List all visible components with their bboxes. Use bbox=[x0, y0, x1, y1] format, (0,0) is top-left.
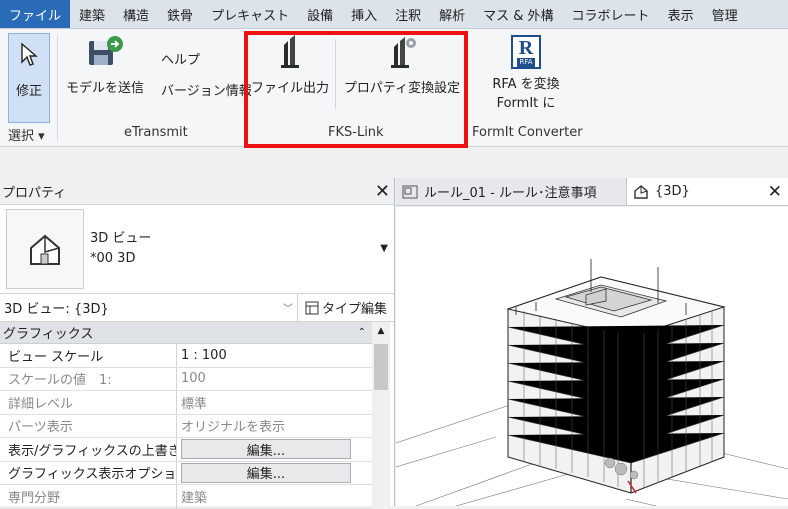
property-name: 専門分野 bbox=[0, 485, 177, 508]
property-value: オリジナルを表示 bbox=[181, 420, 286, 436]
properties-title: プロパティ bbox=[2, 185, 67, 201]
edit-type-icon bbox=[305, 301, 319, 314]
property-name: パーツ表示 bbox=[0, 414, 177, 437]
chevron-down-icon[interactable]: ▼ bbox=[380, 243, 388, 254]
edit-type-label: タイプ編集 bbox=[321, 302, 387, 317]
options-bar bbox=[0, 148, 788, 178]
table-row[interactable]: ビュー スケール 1 : 100 bbox=[0, 344, 372, 368]
tab-rules-label: ルール_01 - ルール･注意事項 bbox=[424, 186, 597, 201]
type-name: 3D ビュー *00 3D bbox=[90, 229, 151, 269]
sheet-view-icon bbox=[402, 185, 418, 198]
view-tab-bar: ルール_01 - ルール･注意事項 {3D} ✕ bbox=[396, 178, 788, 206]
property-name: 詳細レベル bbox=[0, 391, 177, 414]
table-row: スケールの値 1: 100 bbox=[0, 367, 372, 391]
table-row: グラフィックス表示オプション 編集... bbox=[0, 461, 372, 485]
rfa-to-formit-button[interactable]: R RFA RFA を変換 FormIt に bbox=[474, 35, 578, 113]
close-icon[interactable]: ✕ bbox=[768, 182, 782, 202]
scroll-up-icon[interactable]: ▲ bbox=[372, 322, 390, 340]
cursor-arrow-icon bbox=[21, 42, 38, 66]
ribbon-tab-bar: ファイル 建築 構造 鉄骨 プレキャスト 設備 挿入 注釈 解析 マス & 外構… bbox=[0, 0, 788, 29]
table-row: 専門分野 建築 bbox=[0, 485, 372, 509]
rfa-icon-letter: R bbox=[518, 36, 534, 59]
tab-3d-label: {3D} bbox=[655, 184, 690, 199]
save-send-icon bbox=[89, 36, 123, 65]
collapse-icon: ⌃ bbox=[357, 327, 366, 338]
edit-type-button[interactable]: タイプ編集 bbox=[298, 294, 394, 321]
3d-viewport[interactable] bbox=[396, 207, 788, 506]
tab-structure[interactable]: 構造 bbox=[114, 0, 158, 28]
tab-file[interactable]: ファイル bbox=[0, 0, 71, 28]
view-type-thumbnail bbox=[6, 209, 84, 289]
modify-label: 修正 bbox=[15, 84, 42, 99]
properties-grid: グラフィックス ⌃ ビュー スケール 1 : 100 スケールの値 1: 100… bbox=[0, 322, 372, 509]
select-dropdown[interactable]: 選択 ▾ bbox=[8, 125, 45, 144]
tab-manage[interactable]: 管理 bbox=[703, 0, 747, 28]
chevron-down-icon: ﹀ bbox=[283, 304, 293, 315]
etransmit-panel-label: eTransmit bbox=[124, 125, 188, 140]
tab-collaborate[interactable]: コラボレート bbox=[563, 0, 659, 28]
property-value[interactable]: 1 : 100 bbox=[177, 344, 372, 367]
highlight-box bbox=[244, 31, 468, 148]
instance-filter-value: 3D ビュー: {3D} bbox=[4, 302, 109, 317]
tab-rules-view[interactable]: ルール_01 - ルール･注意事項 bbox=[396, 178, 626, 205]
divider bbox=[57, 35, 58, 141]
properties-palette: プロパティ ✕ 3D ビュー *00 3D ▼ 3D ビュー: {3D} ﹀ タ… bbox=[0, 178, 395, 509]
building-model bbox=[396, 259, 788, 506]
rfa-convert-label-1: RFA を変換 bbox=[492, 77, 560, 92]
help-link[interactable]: ヘルプ bbox=[161, 49, 200, 68]
formit-converter-panel-label: FormIt Converter bbox=[472, 125, 583, 140]
tab-analyze[interactable]: 解析 bbox=[430, 0, 474, 28]
tab-view[interactable]: 表示 bbox=[659, 0, 703, 28]
scrollbar-thumb[interactable] bbox=[374, 344, 388, 390]
property-value: 標準 bbox=[181, 396, 208, 412]
property-name: ビュー スケール bbox=[0, 344, 177, 367]
rfa-convert-label-2: FormIt に bbox=[496, 96, 556, 111]
properties-scrollbar[interactable]: ▲ bbox=[372, 322, 390, 506]
vg-overrides-edit-button[interactable]: 編集... bbox=[181, 439, 351, 460]
rfa-icon-sub: RFA bbox=[517, 57, 535, 67]
group-name: グラフィックス bbox=[3, 327, 94, 342]
tab-3d-view[interactable]: {3D} ✕ bbox=[626, 178, 788, 205]
rfa-file-icon: R RFA bbox=[511, 35, 541, 69]
tab-annotate[interactable]: 注釈 bbox=[386, 0, 430, 28]
property-value: 建築 bbox=[181, 490, 208, 506]
type-value: *00 3D bbox=[90, 251, 136, 266]
graphic-display-options-edit-button[interactable]: 編集... bbox=[181, 462, 351, 483]
send-model-button[interactable]: モデルを送信 bbox=[64, 35, 146, 99]
type-selector[interactable]: 3D ビュー *00 3D ▼ bbox=[0, 205, 394, 294]
tab-architecture[interactable]: 建築 bbox=[70, 0, 114, 28]
tab-precast[interactable]: プレキャスト bbox=[202, 0, 298, 28]
close-icon[interactable]: ✕ bbox=[375, 181, 390, 202]
house-icon bbox=[30, 234, 60, 265]
tab-massing-site[interactable]: マス & 外構 bbox=[474, 0, 562, 28]
tab-systems[interactable]: 設備 bbox=[298, 0, 342, 28]
3d-house-icon bbox=[634, 185, 648, 199]
send-model-label: モデルを送信 bbox=[65, 81, 144, 96]
tab-steel[interactable]: 鉄骨 bbox=[158, 0, 202, 28]
property-value: 100 bbox=[181, 371, 206, 387]
property-name: グラフィックス表示オプション bbox=[0, 461, 177, 484]
instance-filter-dropdown[interactable]: 3D ビュー: {3D} ﹀ bbox=[0, 294, 298, 321]
property-name: 表示/グラフィックスの上書き bbox=[0, 438, 177, 461]
version-info-link[interactable]: バージョン情報 bbox=[161, 80, 252, 99]
modify-button[interactable]: 修正 bbox=[8, 33, 50, 123]
properties-header: プロパティ ✕ bbox=[0, 178, 394, 205]
property-name: スケールの値 1: bbox=[0, 367, 177, 390]
table-row: 詳細レベル 標準 bbox=[0, 391, 372, 415]
type-family: 3D ビュー bbox=[90, 231, 152, 246]
instance-row: 3D ビュー: {3D} ﹀ タイプ編集 bbox=[0, 294, 394, 322]
tab-insert[interactable]: 挿入 bbox=[342, 0, 386, 28]
table-row: パーツ表示 オリジナルを表示 bbox=[0, 414, 372, 438]
table-row: 表示/グラフィックスの上書き 編集... bbox=[0, 438, 372, 462]
group-header[interactable]: グラフィックス ⌃ bbox=[0, 322, 372, 344]
